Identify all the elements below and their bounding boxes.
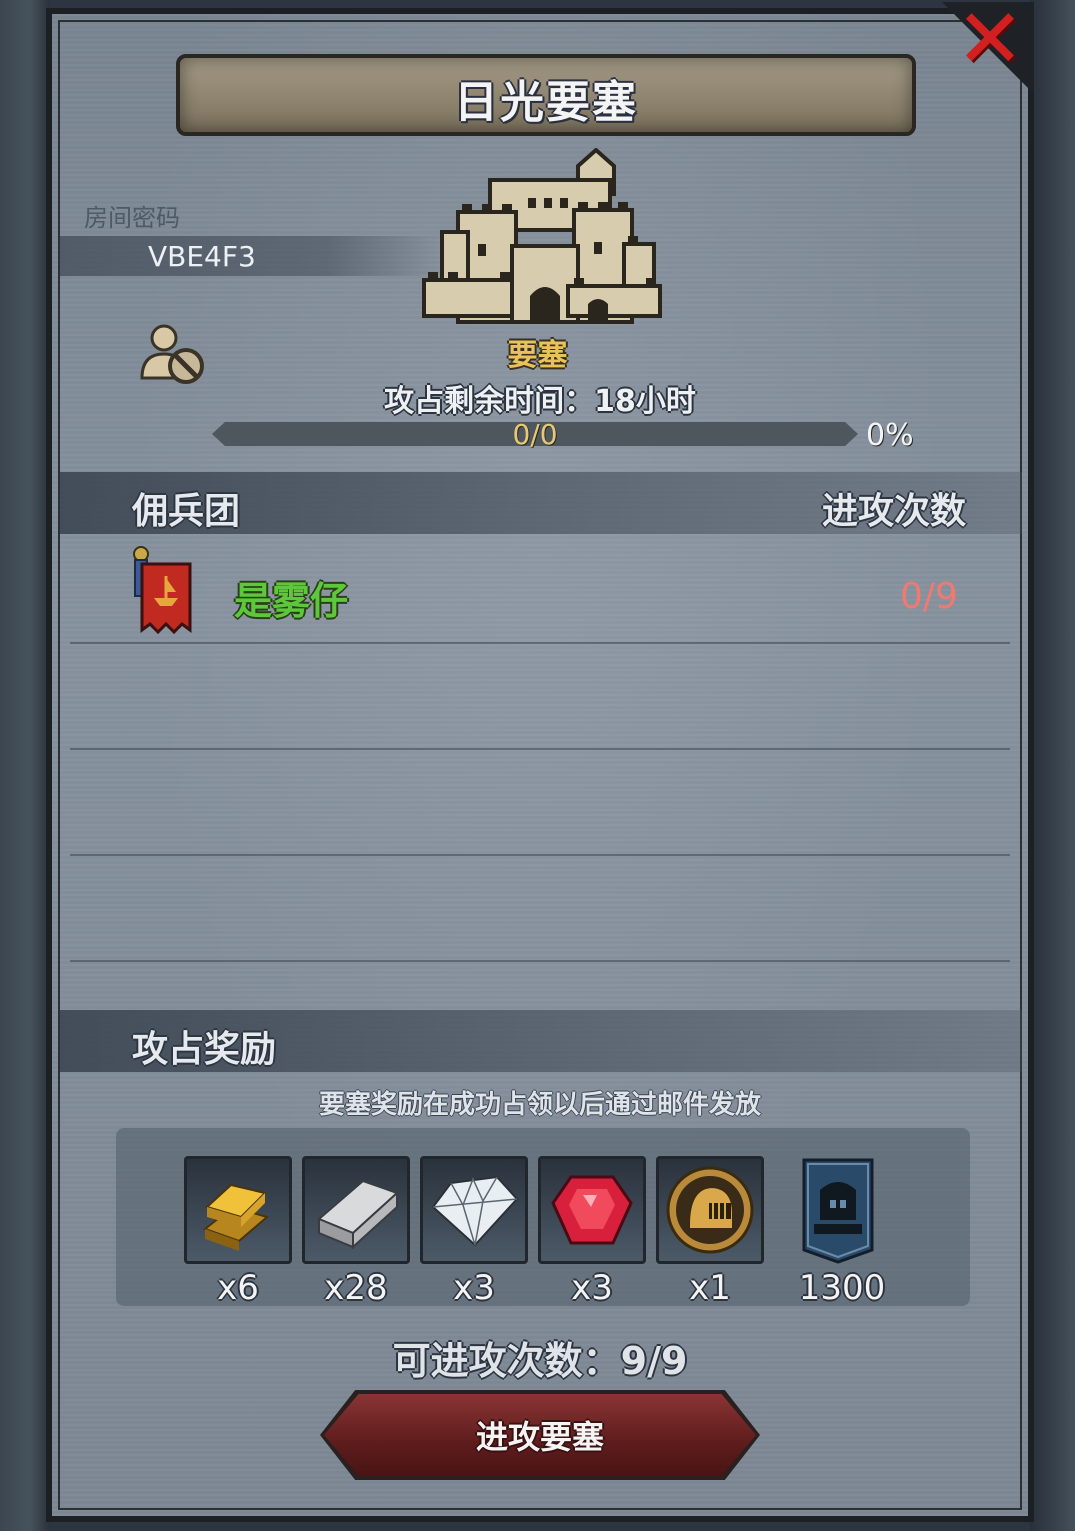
fortress-castle-icon [422, 148, 662, 324]
reward-qty-gold: x6 [217, 1268, 259, 1308]
available-attacks: 可进攻次数：9/9 [0, 1330, 1075, 1385]
reward-qty-diamond: x3 [453, 1268, 495, 1308]
rewards-section-title: 攻占奖励 [132, 1029, 277, 1070]
reward-item-iron[interactable] [302, 1156, 410, 1264]
capture-time-value: 18小时 [594, 384, 696, 419]
capture-progress-count: 0/0 [512, 418, 558, 451]
reward-qty-ruby: x3 [571, 1268, 613, 1308]
close-button[interactable]: ✕ [942, 0, 1034, 94]
available-attacks-value: 9/9 [620, 1339, 688, 1383]
capture-time-remaining: 攻占剩余时间：18小时 [0, 376, 1075, 420]
background-left [0, 0, 50, 1531]
mercenary-section-title: 佣兵团 [132, 491, 241, 532]
diamond-icon [431, 1175, 519, 1247]
capture-time-label: 攻占剩余时间： [384, 384, 595, 419]
room-password-value: VBE4F3 [148, 240, 256, 273]
capture-progress-percent: 0% [866, 418, 914, 453]
mercenary-attack-count: 0/9 [900, 576, 958, 617]
room-password-label: 房间密码 [84, 204, 180, 232]
mercenary-name[interactable]: 是雾仔 [234, 570, 348, 625]
reward-qty-iron: x28 [324, 1268, 388, 1308]
reward-item-diamond[interactable] [420, 1156, 528, 1264]
reward-item-points[interactable] [784, 1156, 892, 1264]
attack-fortress-button[interactable]: 进攻要塞 [320, 1390, 760, 1480]
page-title: 日光要塞 [454, 77, 638, 128]
gold-bars-icon [202, 1183, 270, 1251]
mercenary-banner-icon [133, 546, 192, 635]
reward-item-helmet[interactable] [656, 1156, 764, 1264]
reward-qty-helmet: x1 [689, 1268, 731, 1308]
available-attacks-label: 可进攻次数： [392, 1339, 621, 1383]
fortress-type-label: 要塞 [507, 338, 568, 373]
row-divider [70, 960, 1010, 962]
close-icon: ✕ [955, 0, 1025, 87]
attacks-column-header: 进攻次数 [822, 491, 967, 532]
rewards-mail-note: 要塞奖励在成功占领以后通过邮件发放 [318, 1090, 761, 1120]
knight-helmet-icon [666, 1166, 754, 1254]
reward-item-ruby[interactable] [538, 1156, 646, 1264]
row-divider [70, 642, 1010, 644]
attack-button-label: 进攻要塞 [475, 1418, 604, 1456]
row-divider [70, 748, 1010, 750]
ruby-icon [551, 1175, 633, 1245]
iron-ingot-icon [317, 1179, 399, 1250]
castle-banner-icon [802, 1158, 874, 1264]
reward-item-gold[interactable] [184, 1156, 292, 1264]
background-right [1030, 0, 1075, 1531]
reward-qty-points: 1300 [798, 1268, 886, 1308]
row-divider [70, 854, 1010, 856]
